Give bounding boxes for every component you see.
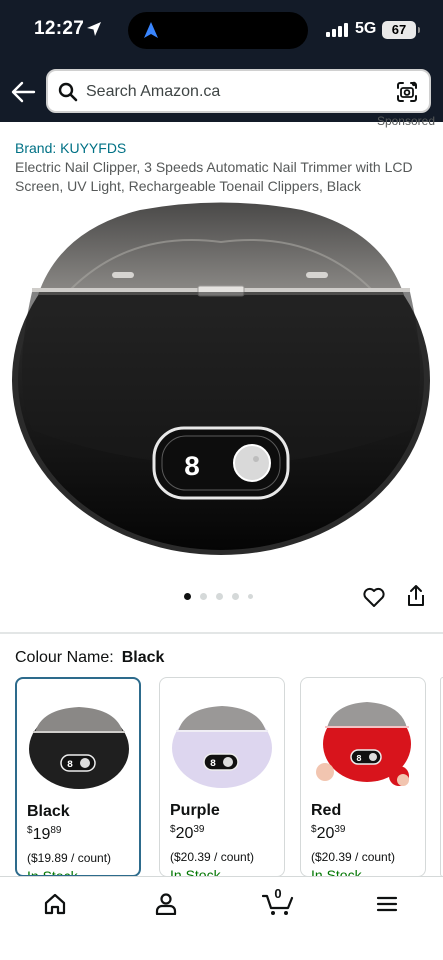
swatch-product-image: 8 bbox=[316, 702, 411, 786]
search-input[interactable]: Search Amazon.ca bbox=[86, 83, 220, 101]
nav-menu-button[interactable] bbox=[372, 889, 402, 919]
image-carousel-dots bbox=[184, 592, 253, 600]
swatch-purple[interactable]: 8 Purple $2039 ($20.39 / count) In Stock bbox=[159, 677, 285, 877]
device-display-digit: 8 bbox=[210, 759, 216, 770]
nav-account-button[interactable] bbox=[151, 889, 181, 919]
device-display-digit: 8 bbox=[184, 453, 201, 484]
cart-count-badge: 0 bbox=[274, 886, 282, 901]
bottom-nav: 0 bbox=[0, 876, 443, 960]
swatch-price: $1989 bbox=[27, 825, 62, 843]
section-divider bbox=[0, 632, 443, 634]
navigation-arrow-icon bbox=[144, 22, 158, 38]
nav-home-button[interactable] bbox=[40, 889, 70, 919]
cellular-signal-icon bbox=[326, 23, 348, 37]
colour-selector-header: Colour Name: Black bbox=[15, 649, 164, 667]
battery-indicator: 67 bbox=[382, 21, 420, 39]
carousel-dot[interactable] bbox=[216, 592, 223, 600]
swatch-name: Black bbox=[27, 803, 70, 820]
swatch-red[interactable]: 8 Red $2039 ($20.39 / count) In Stock bbox=[300, 677, 426, 877]
swatch-price: $2039 bbox=[170, 824, 205, 842]
device-display-digit: 8 bbox=[67, 760, 73, 771]
camera-search-icon[interactable] bbox=[395, 80, 419, 104]
swatch-price: $2039 bbox=[311, 824, 346, 842]
carousel-dot[interactable] bbox=[184, 592, 191, 600]
swatch-black[interactable]: 8 Black $1989 ($19.89 / count) In Stock bbox=[15, 677, 141, 877]
network-type: 5G bbox=[355, 20, 377, 37]
home-icon bbox=[44, 893, 66, 915]
top-header: 12:27 5G 67 Search Amazon.ca bbox=[0, 0, 443, 122]
swatch-product-image: 8 bbox=[29, 707, 129, 789]
dynamic-island bbox=[128, 12, 308, 49]
swatch-unit-price: ($19.89 / count) bbox=[27, 851, 112, 865]
colour-selected-value: Black bbox=[121, 649, 165, 666]
product-image[interactable]: 8 bbox=[10, 200, 433, 560]
share-icon[interactable] bbox=[405, 584, 427, 608]
device-display-digit: 8 bbox=[356, 754, 361, 764]
back-arrow-icon[interactable] bbox=[10, 80, 36, 104]
hamburger-menu-icon bbox=[376, 896, 398, 912]
swatch-name: Red bbox=[311, 802, 342, 819]
swatch-unit-price: ($20.39 / count) bbox=[170, 850, 255, 864]
swatch-product-image: 8 bbox=[172, 706, 272, 788]
nav-cart-button[interactable]: 0 bbox=[262, 886, 294, 919]
heart-icon[interactable] bbox=[362, 585, 386, 609]
sponsored-label[interactable]: Sponsored bbox=[377, 114, 435, 128]
colour-label: Colour Name: bbox=[15, 649, 114, 666]
account-icon bbox=[155, 893, 177, 915]
status-bar: 12:27 5G 67 bbox=[0, 0, 443, 58]
carousel-dot[interactable] bbox=[232, 592, 239, 600]
brand-link[interactable]: Brand: KUYYFDS bbox=[15, 140, 126, 156]
product-title: Electric Nail Clipper, 3 Speeds Automati… bbox=[15, 159, 413, 194]
search-icon bbox=[58, 82, 78, 102]
carousel-dot[interactable] bbox=[200, 592, 207, 600]
location-arrow-icon bbox=[87, 22, 101, 36]
carousel-dot[interactable] bbox=[248, 593, 253, 599]
swatch-unit-price: ($20.39 / count) bbox=[311, 850, 396, 864]
status-time: 12:27 bbox=[34, 18, 85, 39]
search-bar[interactable]: Search Amazon.ca bbox=[46, 69, 431, 113]
swatch-name: Purple bbox=[170, 802, 220, 819]
